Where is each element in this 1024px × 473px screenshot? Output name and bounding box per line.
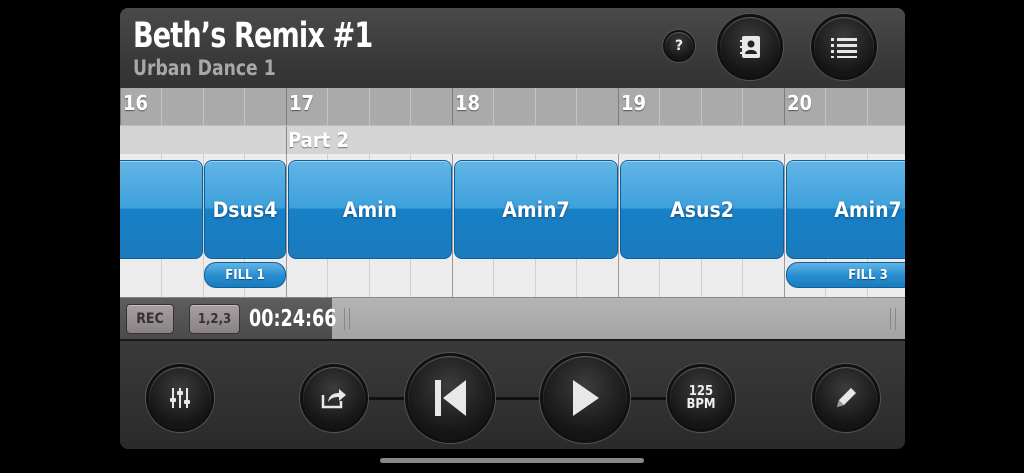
style-subtitle[interactable]: Urban Dance 1: [133, 56, 276, 80]
fill-pill[interactable]: FILL 3: [786, 262, 905, 288]
chord-block[interactable]: Asus2: [620, 160, 784, 259]
pencil-icon: [837, 388, 856, 407]
bar-ruler[interactable]: 16 17 18 19 20: [120, 88, 905, 125]
part-lane[interactable]: Part 2: [120, 125, 905, 155]
header: Beth’s Remix #1 Urban Dance 1 ?: [120, 8, 905, 88]
transport-bar: 125 BPM: [120, 339, 905, 449]
play-icon: [573, 380, 599, 416]
bar-marker: 20: [784, 88, 812, 125]
bar-marker: 19: [618, 88, 646, 125]
bar-marker: 16: [120, 88, 148, 125]
bpm-unit: BPM: [686, 397, 716, 412]
song-title[interactable]: Beth’s Remix #1: [133, 16, 373, 56]
chord-block[interactable]: Amin7: [454, 160, 618, 259]
mixer-button[interactable]: [146, 364, 214, 432]
chord-block[interactable]: Amin7: [786, 160, 905, 259]
home-indicator[interactable]: [380, 458, 644, 463]
chord-block[interactable]: Amin: [288, 160, 452, 259]
skip-back-icon: [435, 380, 466, 416]
song-list-button[interactable]: [811, 14, 877, 80]
fill-pill[interactable]: FILL 1: [204, 262, 286, 288]
bar-marker: 17: [286, 88, 314, 125]
bar-marker: 18: [452, 88, 480, 125]
contacts-book-icon: [740, 36, 760, 58]
contacts-button[interactable]: [717, 14, 783, 80]
status-strip: REC 1,2,3 00:24:66: [120, 297, 905, 340]
share-button[interactable]: [300, 364, 368, 432]
record-button[interactable]: REC: [126, 304, 174, 334]
list-icon: [831, 38, 857, 58]
scroll-handle-right[interactable]: [890, 308, 896, 330]
share-icon: [321, 389, 346, 409]
app-window: Beth’s Remix #1 Urban Dance 1 ? 16 17 18…: [120, 8, 905, 449]
count-in-button[interactable]: 1,2,3: [189, 304, 240, 334]
chord-block[interactable]: Dsus4: [204, 160, 286, 259]
edit-button[interactable]: [812, 364, 880, 432]
help-icon: ?: [674, 38, 684, 54]
help-button[interactable]: ?: [663, 30, 695, 62]
play-button[interactable]: [540, 353, 630, 443]
part-label: Part 2: [288, 128, 350, 152]
scroll-handle-left[interactable]: [344, 308, 350, 330]
chord-block[interactable]: [120, 160, 203, 259]
tempo-button[interactable]: 125 BPM: [667, 364, 735, 432]
playback-time: 00:24:66: [249, 306, 337, 332]
skip-back-button[interactable]: [405, 353, 495, 443]
mixer-sliders-icon: [170, 388, 190, 408]
status-controls: REC 1,2,3 00:24:66: [120, 298, 337, 340]
